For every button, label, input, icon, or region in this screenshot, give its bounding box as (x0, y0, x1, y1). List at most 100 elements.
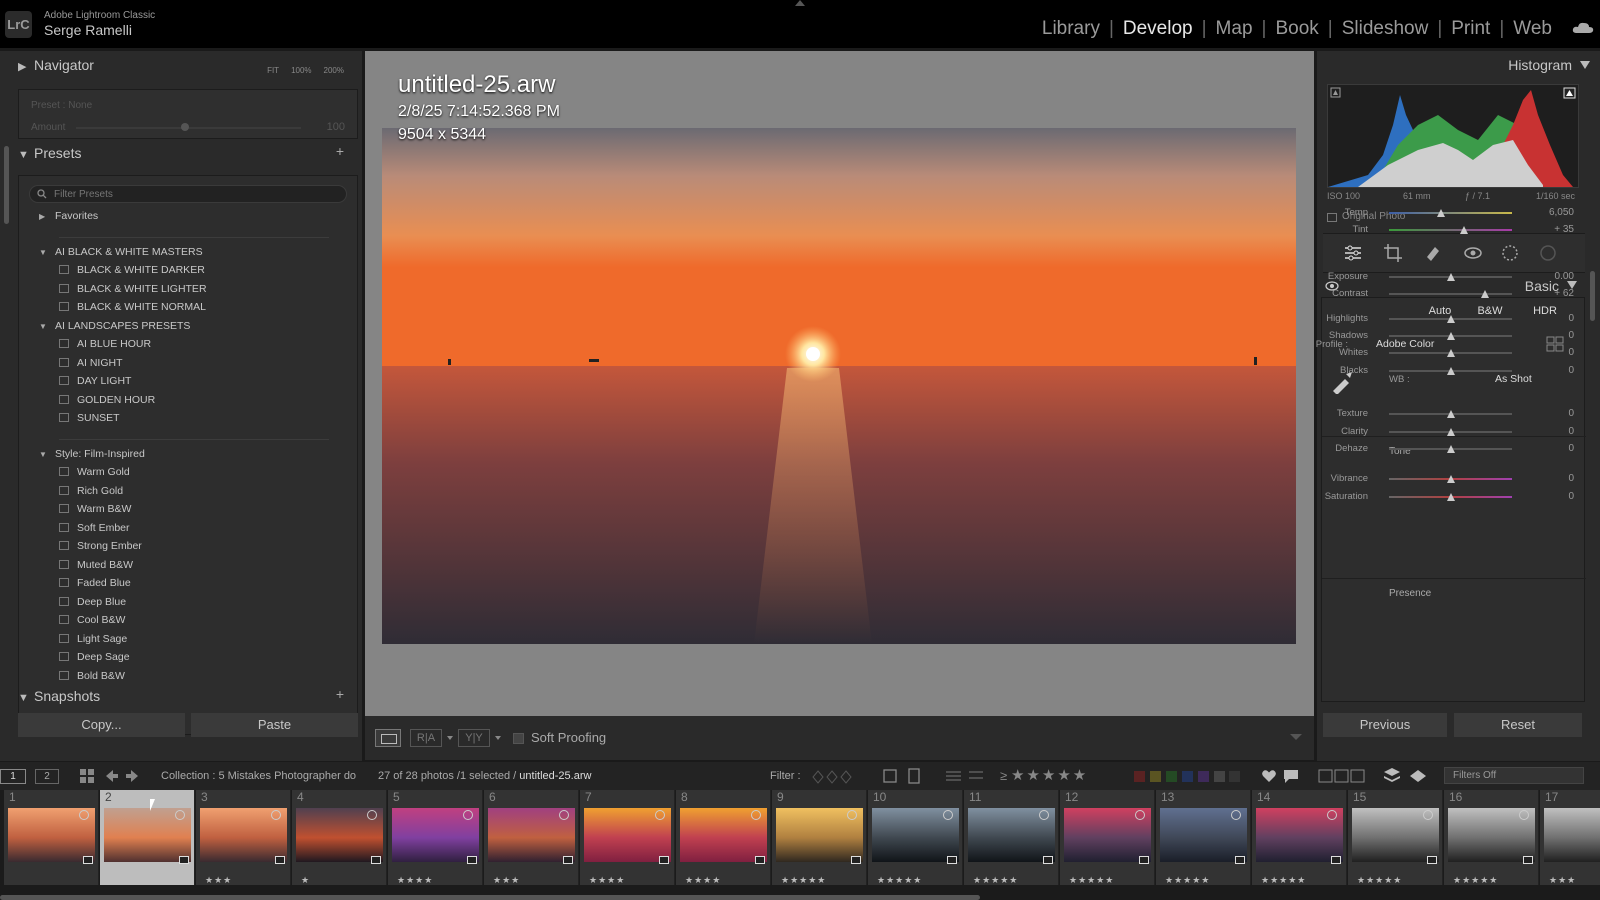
flag-filter-icons[interactable] (812, 770, 856, 784)
thumbnail-rating[interactable]: ★★★ (493, 875, 520, 886)
preset-item[interactable]: Warm B&W (59, 503, 131, 521)
slider-knob-vibrance[interactable] (1446, 475, 1455, 483)
preset-group[interactable]: ▼ AI LANDSCAPES PRESETS (39, 320, 190, 338)
slider-value-whites[interactable]: 0 (1534, 347, 1574, 358)
slider-value-temp[interactable]: 6,050 (1534, 207, 1574, 218)
toolbar-options-dropdown-icon[interactable] (1290, 734, 1302, 740)
left-scrollbar[interactable] (4, 146, 9, 224)
filmstrip-thumbnail[interactable]: 8 ★★★★ (676, 790, 771, 885)
slider-knob-exposure[interactable] (1446, 273, 1455, 281)
before-after-button[interactable]: R|A (410, 729, 442, 747)
filter-presets-dropdown[interactable]: Filters Off (1444, 767, 1584, 784)
preset-item[interactable]: BLACK & WHITE NORMAL (59, 301, 206, 319)
collapse-top-arrow-icon[interactable] (795, 0, 805, 6)
filmstrip-thumbnail[interactable]: 17 ★★★ (1540, 790, 1600, 885)
reset-button[interactable]: Reset (1454, 713, 1582, 737)
module-print[interactable]: Print (1449, 18, 1492, 40)
layers-icon[interactable] (1383, 767, 1401, 785)
main-window-button[interactable]: 1 (0, 769, 26, 784)
slider-value-shadows[interactable]: 0 (1534, 330, 1574, 341)
thumbnail-select-circle-icon[interactable] (175, 810, 185, 820)
module-web[interactable]: Web (1511, 18, 1554, 40)
snapshots-header[interactable]: ▼ Snapshots + (18, 686, 358, 714)
module-slideshow[interactable]: Slideshow (1340, 18, 1431, 40)
thumbnail-rating[interactable]: ★★★★★ (1261, 875, 1306, 886)
filmstrip-thumbnail[interactable]: 10 ★★★★★ (868, 790, 963, 885)
copy-button[interactable]: Copy... (18, 713, 185, 737)
navigator-header[interactable]: ▶ Navigator FIT 100% 200% (18, 57, 358, 83)
collection-path[interactable]: Collection : 5 Mistakes Photographer do (161, 770, 356, 782)
healing-icon[interactable] (1423, 243, 1443, 263)
thumbnail-select-circle-icon[interactable] (1519, 810, 1529, 820)
zoom-100[interactable]: 100% (291, 66, 311, 75)
slider-value-clarity[interactable]: 0 (1534, 426, 1574, 437)
preset-item[interactable]: Deep Blue (59, 596, 126, 614)
zoom-fit[interactable]: FIT (267, 66, 279, 75)
filmstrip-thumbnail[interactable]: 14 ★★★★★ (1252, 790, 1347, 885)
comment-icon[interactable] (1283, 768, 1299, 784)
slider-knob-whites[interactable] (1446, 349, 1455, 357)
preset-item[interactable]: DAY LIGHT (59, 375, 131, 393)
thumbnail-rating[interactable]: ★★★★★ (781, 875, 826, 886)
thumbnail-rating[interactable]: ★★★★ (685, 875, 721, 886)
thumbnail-rating[interactable]: ★★★★★ (973, 875, 1018, 886)
slider-knob-contrast[interactable] (1480, 290, 1489, 298)
preset-item[interactable]: Soft Ember (59, 522, 130, 540)
preset-item[interactable]: BLACK & WHITE DARKER (59, 264, 205, 282)
preset-group[interactable]: ▼ AI BLACK & WHITE MASTERS (39, 246, 203, 264)
preset-item[interactable]: BLACK & WHITE LIGHTER (59, 283, 207, 301)
thumbnail-select-circle-icon[interactable] (751, 810, 761, 820)
right-scrollbar[interactable] (1590, 271, 1595, 321)
diamond-icon[interactable] (1410, 770, 1426, 782)
presets-header[interactable]: ▼ Presets + (18, 143, 358, 171)
slider-value-saturation[interactable]: 0 (1534, 491, 1574, 502)
slider-value-blacks[interactable]: 0 (1534, 365, 1574, 376)
slider-knob-tint[interactable] (1460, 226, 1469, 234)
thumbnail-rating[interactable]: ★★★★★ (877, 875, 922, 886)
slider-knob-dehaze[interactable] (1446, 445, 1455, 453)
filmstrip-thumbnail[interactable]: 11 ★★★★★ (964, 790, 1059, 885)
thumbnail-select-circle-icon[interactable] (1135, 810, 1145, 820)
preset-item[interactable]: Rich Gold (59, 485, 123, 503)
histogram-title[interactable]: Histogram (1508, 57, 1572, 73)
crop-icon[interactable] (1383, 243, 1403, 263)
back-arrow-icon[interactable] (106, 770, 118, 782)
slider-knob-saturation[interactable] (1446, 493, 1455, 501)
add-preset-icon[interactable]: + (336, 143, 344, 159)
slider-knob-texture[interactable] (1446, 410, 1455, 418)
module-book[interactable]: Book (1273, 18, 1320, 40)
slider-knob-clarity[interactable] (1446, 428, 1455, 436)
thumbnail-rating[interactable]: ★★★★ (589, 875, 625, 886)
color-label-filters[interactable] (1134, 771, 1240, 782)
preset-item[interactable]: Cool B&W (59, 614, 125, 632)
thumbnail-select-circle-icon[interactable] (1423, 810, 1433, 820)
slider-value-exposure[interactable]: 0.00 (1534, 271, 1574, 282)
zoom-200[interactable]: 200% (324, 66, 344, 75)
filmstrip-thumbnail[interactable]: 16 ★★★★★ (1444, 790, 1539, 885)
masking-icon[interactable] (1500, 243, 1520, 263)
thumbnail-rating[interactable]: ★★★ (1549, 875, 1576, 886)
cloud-sync-icon[interactable] (1572, 22, 1594, 34)
slider-value-vibrance[interactable]: 0 (1534, 473, 1574, 484)
slider-value-highlights[interactable]: 0 (1534, 313, 1574, 324)
edit-sliders-icon[interactable] (1343, 243, 1363, 263)
thumbnail-select-circle-icon[interactable] (847, 810, 857, 820)
preset-search-input[interactable] (29, 185, 347, 203)
thumbnail-select-circle-icon[interactable] (1231, 810, 1241, 820)
thumbnail-rating[interactable]: ★★★★★ (1069, 875, 1114, 886)
thumbnail-select-circle-icon[interactable] (463, 810, 473, 820)
thumbnail-select-circle-icon[interactable] (655, 810, 665, 820)
module-develop[interactable]: Develop (1121, 18, 1195, 40)
thumbnail-select-circle-icon[interactable] (943, 810, 953, 820)
filmstrip-scrollbar[interactable] (0, 895, 980, 900)
slider-track-contrast[interactable] (1389, 293, 1512, 295)
filmstrip-thumbnail[interactable]: 6 ★★★ (484, 790, 579, 885)
preset-item[interactable]: Muted B&W (59, 559, 133, 577)
view-options-icons[interactable] (1318, 768, 1366, 784)
slider-value-dehaze[interactable]: 0 (1534, 443, 1574, 454)
filmstrip-thumbnail[interactable]: 5 ★★★★ (388, 790, 483, 885)
thumbnail-select-circle-icon[interactable] (271, 810, 281, 820)
preset-item[interactable]: AI NIGHT (59, 357, 123, 375)
grid-view-icon[interactable] (80, 769, 94, 783)
filmstrip-thumbnail[interactable]: 9 ★★★★★ (772, 790, 867, 885)
